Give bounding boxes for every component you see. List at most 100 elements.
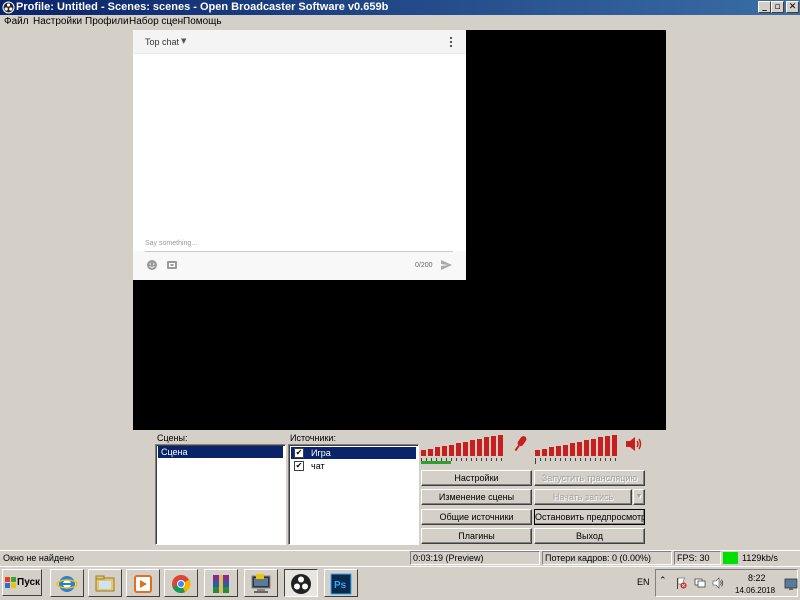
clock-time[interactable]: 8:22 [748,573,766,583]
status-indicator [723,552,738,564]
meter-bar [442,446,447,456]
meter-bar [598,437,603,456]
meter-bar [477,439,482,456]
flag-icon[interactable] [675,577,687,589]
desktop-meter-ticks [535,458,616,464]
meter-bar [605,436,610,456]
more-vertical-icon[interactable] [447,36,455,48]
obs-icon [291,574,311,594]
ie-icon [56,576,78,592]
explorer-icon [95,575,115,592]
media-player-icon [134,575,152,593]
edit-scene-button[interactable]: Изменение сцены [421,489,532,505]
status-bitrate: 1129kb/s [742,553,778,563]
windows-logo-icon [5,577,16,588]
mic-level-fill [421,461,451,464]
meter-bar [584,440,589,456]
chat-input[interactable]: Say something... [145,240,453,252]
menu-help[interactable]: Помощь [183,16,222,27]
show-desktop-icon[interactable] [784,578,798,590]
meter-bar [491,436,496,456]
exit-button[interactable]: Выход [534,528,645,544]
meter-bar [428,449,433,456]
chat-title[interactable]: Top chat [145,37,179,47]
meter-bar [563,445,568,456]
start-button[interactable]: Пуск [2,569,42,596]
meter-bar [421,450,426,456]
speaker-icon[interactable] [624,435,642,453]
taskbar-app[interactable] [164,569,198,597]
meter-bar [542,449,547,456]
taskbar-app[interactable] [204,569,238,597]
meter-bar [456,443,461,456]
menu-settings[interactable]: Настройки [33,16,82,27]
close-button[interactable]: ✕ [786,1,799,13]
record-dropdown-button[interactable]: ▼ [633,489,645,505]
sources-list[interactable]: ✔ Игра ✔ чат [288,444,419,545]
global-sources-button[interactable]: Общие источники [421,509,532,525]
plugins-button[interactable]: Плагины [421,528,532,544]
menu-scene-collection[interactable]: Набор сцен [129,16,183,27]
send-icon[interactable] [440,259,453,271]
taskbar-app[interactable] [126,569,160,597]
source-checkbox[interactable]: ✔ [294,448,304,458]
chat-overlay: Top chat ▼ Say something... 0/200 [133,30,466,280]
start-record-button[interactable]: Начать запись [534,489,632,505]
source-item[interactable]: ✔ чат [291,460,416,472]
stop-preview-button[interactable]: Остановить предпросмотр [534,509,645,525]
meter-bar [449,445,454,456]
scenes-list[interactable]: Сцена [155,444,286,545]
meter-bar [570,443,575,456]
window-title: Profile: Untitled - Scenes: scenes - Ope… [16,1,389,13]
computer-icon [251,574,271,593]
volume-icon[interactable] [712,577,724,589]
tray-expand-icon[interactable]: ⌃ [659,576,667,586]
photoshop-icon: Ps [330,573,352,595]
status-time: 0:03:19 (Preview) [410,551,540,565]
meter-bar [577,442,582,456]
meter-bar [591,439,596,456]
network-icon[interactable] [694,577,706,589]
svg-text:Ps: Ps [334,580,347,591]
status-dropped-frames: Потери кадров: 0 (0.00%) [542,551,672,565]
source-item-label: чат [311,461,325,471]
meter-bar [612,435,617,456]
status-message: Окно не найдено [3,553,75,563]
winrar-icon [213,575,229,593]
obs-app-icon [2,1,15,14]
menu-profiles[interactable]: Профили [85,16,129,27]
source-checkbox[interactable]: ✔ [294,461,304,471]
chrome-icon [172,575,191,593]
scene-item[interactable]: Сцена [158,446,283,458]
super-chat-icon[interactable] [166,259,178,271]
taskbar-app[interactable] [88,569,122,597]
meter-bar [435,447,440,456]
taskbar-app[interactable] [284,569,318,597]
clock-date[interactable]: 14.06.2018 [735,586,775,595]
meter-bar [498,435,503,456]
meter-bar [549,447,554,456]
taskbar-app[interactable] [244,569,278,597]
taskbar-app[interactable] [50,569,84,597]
start-stream-button[interactable]: Запустить трансляцию [534,470,645,486]
settings-button[interactable]: Настройки [421,470,532,486]
emoji-icon[interactable] [146,259,158,271]
chevron-down-icon[interactable]: ▼ [181,37,186,45]
meter-bar [470,440,475,456]
minimize-button[interactable]: _ [758,1,771,13]
microphone-icon[interactable] [511,434,529,454]
maximize-button[interactable]: ▫ [771,1,784,13]
source-item[interactable]: ✔ Игра [291,447,416,459]
menu-file[interactable]: Файл [4,16,29,27]
menu-bar: Файл Настройки Профили Набор сцен Помощь [0,15,800,30]
scenes-label: Сцены: [157,433,188,443]
taskbar-app[interactable]: Ps [324,569,358,597]
language-indicator[interactable]: EN [637,577,650,587]
chat-header: Top chat ▼ [133,30,466,54]
sources-label: Источники: [290,433,336,443]
meter-bar [484,437,489,456]
source-item-label: Игра [311,448,331,458]
title-bar[interactable]: Profile: Untitled - Scenes: scenes - Ope… [0,0,800,15]
meter-bar [556,446,561,456]
chat-messages [133,55,466,251]
